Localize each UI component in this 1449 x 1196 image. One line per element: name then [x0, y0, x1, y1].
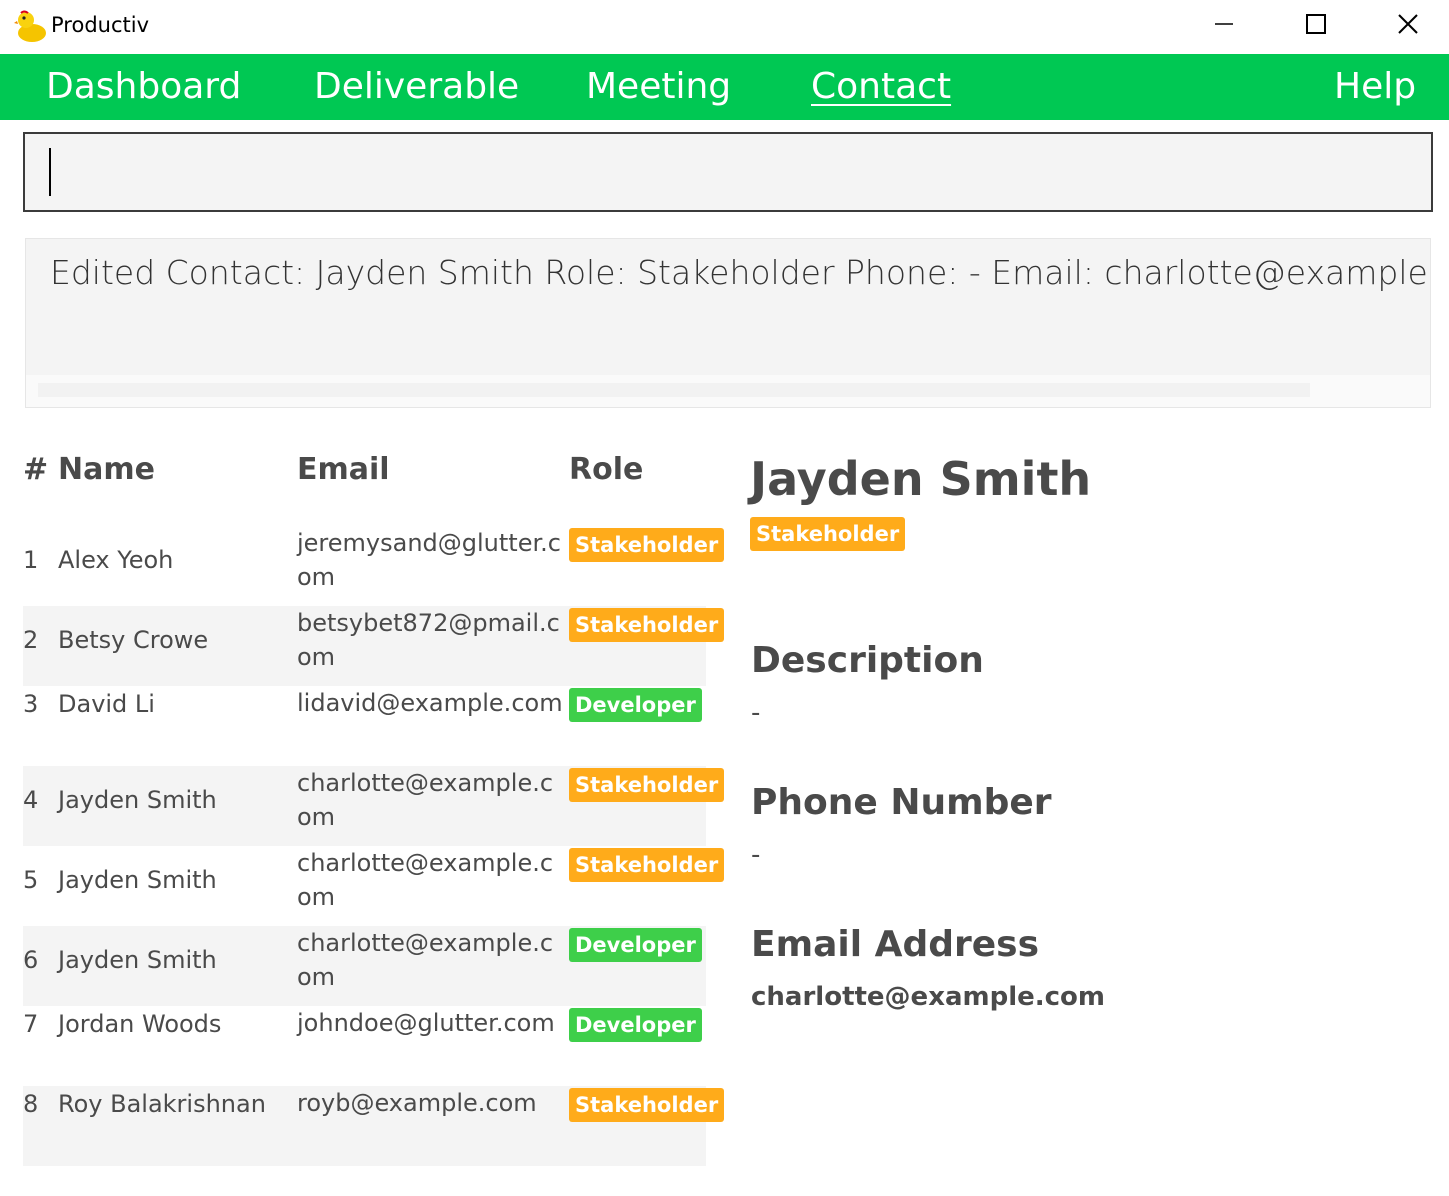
header-role: Role: [569, 452, 644, 487]
table-row[interactable]: 4 Jayden Smith charlotte@example.com Sta…: [23, 766, 725, 846]
title-bar: Productiv: [0, 0, 1449, 54]
row-email: charlotte@example.com: [297, 769, 554, 831]
role-badge: Stakeholder: [569, 1088, 725, 1122]
row-index: 2: [23, 626, 39, 654]
row-name: Betsy Crowe: [58, 626, 209, 654]
horizontal-scrollbar[interactable]: [26, 375, 1430, 407]
contact-role-badge: Stakeholder: [750, 517, 906, 551]
description-value: -: [751, 698, 761, 728]
table-row[interactable]: 3 David Li lidavid@example.com Developer: [23, 686, 706, 766]
row-email: jeremysand@glutter.com: [297, 529, 561, 591]
result-text: Edited Contact: Jayden Smith Role: Stake…: [50, 253, 1430, 292]
row-name: Roy Balakrishnan: [58, 1090, 266, 1118]
maximize-button[interactable]: [1270, 0, 1362, 52]
role-badge: Developer: [569, 928, 702, 962]
row-name: Jayden Smith: [58, 866, 217, 894]
row-name: Jayden Smith: [58, 786, 217, 814]
email-value: charlotte@example.com: [751, 982, 1105, 1012]
role-badge: Stakeholder: [569, 528, 725, 562]
row-index: 4: [23, 786, 39, 814]
row-index: 8: [23, 1090, 39, 1118]
row-email: charlotte@example.com: [297, 849, 554, 911]
role-badge: Stakeholder: [569, 848, 725, 882]
row-index: 5: [23, 866, 39, 894]
minimize-button[interactable]: [1178, 0, 1270, 52]
nav-deliverable[interactable]: Deliverable: [314, 66, 519, 107]
table-row[interactable]: 5 Jayden Smith charlotte@example.com Sta…: [23, 846, 725, 926]
row-email: johndoe@glutter.com: [297, 1009, 555, 1037]
phone-heading: Phone Number: [751, 782, 1052, 823]
row-email: charlotte@example.com: [297, 929, 554, 991]
role-badge: Developer: [569, 1008, 702, 1042]
nav-help[interactable]: Help: [1334, 66, 1416, 107]
scrollbar-thumb[interactable]: [38, 383, 1310, 397]
table-row[interactable]: 8 Roy Balakrishnan royb@example.com Stak…: [23, 1086, 725, 1166]
nav-bar: Dashboard Deliverable Meeting Contact He…: [0, 54, 1449, 120]
header-name: Name: [58, 452, 155, 487]
close-button[interactable]: [1362, 0, 1449, 52]
header-index: #: [23, 452, 49, 487]
row-name: Alex Yeoh: [58, 546, 174, 574]
email-heading: Email Address: [751, 924, 1040, 965]
contact-name: Jayden Smith: [750, 452, 1092, 506]
duck-icon: [14, 9, 48, 43]
command-input[interactable]: [23, 132, 1433, 212]
nav-contact[interactable]: Contact: [811, 66, 951, 107]
row-index: 7: [23, 1010, 39, 1038]
row-email: royb@example.com: [297, 1089, 537, 1117]
text-caret: [49, 148, 51, 196]
row-name: David Li: [58, 690, 155, 718]
row-index: 6: [23, 946, 39, 974]
table-row[interactable]: 1 Alex Yeoh jeremysand@glutter.com Stake…: [23, 526, 725, 606]
role-badge: Developer: [569, 688, 702, 722]
maximize-icon: [1305, 13, 1327, 39]
role-badge: Stakeholder: [569, 768, 725, 802]
description-heading: Description: [751, 640, 984, 681]
row-name: Jayden Smith: [58, 946, 217, 974]
nav-meeting[interactable]: Meeting: [586, 66, 731, 107]
header-email: Email: [297, 452, 390, 487]
row-email: lidavid@example.com: [297, 689, 563, 717]
minimize-icon: [1214, 14, 1234, 38]
nav-dashboard[interactable]: Dashboard: [46, 66, 241, 107]
close-icon: [1397, 13, 1419, 39]
role-badge: Stakeholder: [569, 608, 725, 642]
row-name: Jordan Woods: [58, 1010, 222, 1038]
row-email: betsybet872@pmail.com: [297, 609, 560, 671]
window-title: Productiv: [51, 13, 149, 37]
table-row[interactable]: 6 Jayden Smith charlotte@example.com Dev…: [23, 926, 706, 1006]
table-row[interactable]: 2 Betsy Crowe betsybet872@pmail.com Stak…: [23, 606, 725, 686]
row-index: 1: [23, 546, 39, 574]
row-index: 3: [23, 690, 39, 718]
result-display: Edited Contact: Jayden Smith Role: Stake…: [25, 238, 1431, 408]
table-row[interactable]: 7 Jordan Woods johndoe@glutter.com Devel…: [23, 1006, 706, 1086]
phone-value: -: [751, 840, 761, 870]
